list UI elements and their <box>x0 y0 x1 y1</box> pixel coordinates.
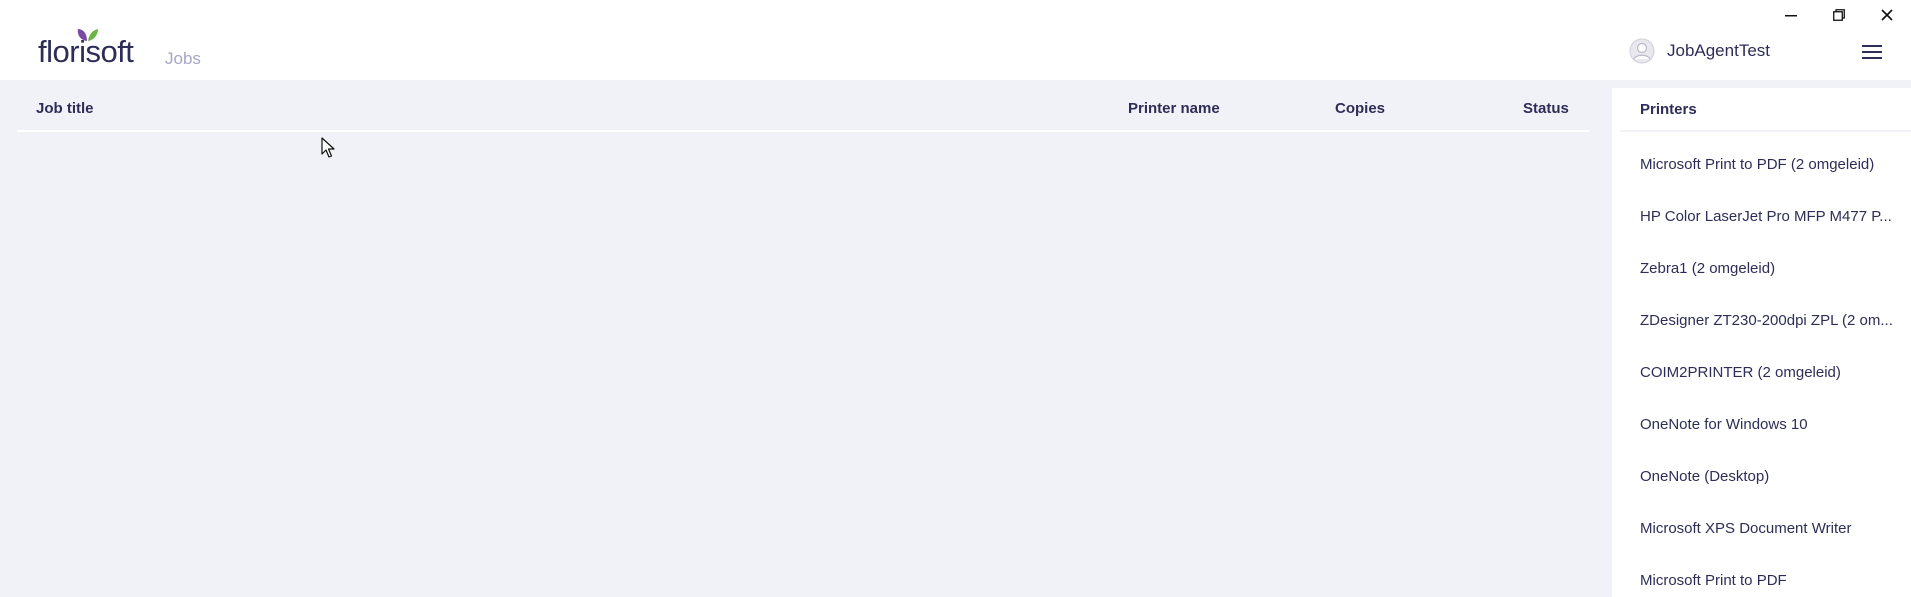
close-icon <box>1881 9 1893 21</box>
minimize-button[interactable] <box>1767 0 1815 30</box>
printer-item[interactable]: Microsoft Print to PDF (2 omgeleid) <box>1612 138 1895 190</box>
mouse-cursor-icon <box>321 137 335 158</box>
jobs-table: Job title Printer name Copies Status <box>17 80 1589 132</box>
printers-header: Printers <box>1620 88 1911 132</box>
printer-item[interactable]: OneNote (Desktop) <box>1612 450 1895 502</box>
app-window: florisoft Jobs JobAgentTest Job title Pr… <box>0 0 1911 597</box>
hamburger-icon <box>1862 45 1882 59</box>
printer-item[interactable]: COIM2PRINTER (2 omgeleid) <box>1612 346 1895 398</box>
avatar-icon <box>1629 38 1655 64</box>
printer-item[interactable]: HP Color LaserJet Pro MFP M477 P... <box>1612 190 1895 242</box>
minimize-icon <box>1785 15 1797 17</box>
column-header-status[interactable]: Status <box>1523 100 1569 117</box>
main-content: Job title Printer name Copies Status Pri… <box>0 80 1911 597</box>
close-button[interactable] <box>1863 0 1911 30</box>
column-header-copies[interactable]: Copies <box>1335 100 1385 117</box>
app-header: florisoft Jobs JobAgentTest <box>0 0 1911 80</box>
printers-title: Printers <box>1640 101 1697 118</box>
user-menu[interactable]: JobAgentTest <box>1629 38 1770 64</box>
printers-panel: Printers Microsoft Print to PDF (2 omgel… <box>1612 88 1911 597</box>
hamburger-menu-button[interactable] <box>1860 41 1884 63</box>
printer-item[interactable]: Microsoft XPS Document Writer <box>1612 502 1895 554</box>
table-header: Job title Printer name Copies Status <box>17 80 1589 132</box>
florisoft-logo: florisoft <box>38 29 134 70</box>
printer-item[interactable]: ZDesigner ZT230-200dpi ZPL (2 om... <box>1612 294 1895 346</box>
printer-item[interactable]: Zebra1 (2 omgeleid) <box>1612 242 1895 294</box>
leaf-icon <box>77 29 98 41</box>
column-header-printer-name[interactable]: Printer name <box>1128 100 1220 117</box>
printer-item[interactable]: Microsoft Print to PDF <box>1612 554 1895 597</box>
printer-list: Microsoft Print to PDF (2 omgeleid) HP C… <box>1612 138 1911 597</box>
printer-item[interactable]: OneNote for Windows 10 <box>1612 398 1895 450</box>
window-controls <box>1767 0 1911 30</box>
user-name: JobAgentTest <box>1666 41 1770 60</box>
page-title: Jobs <box>165 49 201 68</box>
restore-button[interactable] <box>1815 0 1863 30</box>
restore-icon <box>1833 9 1845 21</box>
column-header-job-title[interactable]: Job title <box>36 100 94 117</box>
